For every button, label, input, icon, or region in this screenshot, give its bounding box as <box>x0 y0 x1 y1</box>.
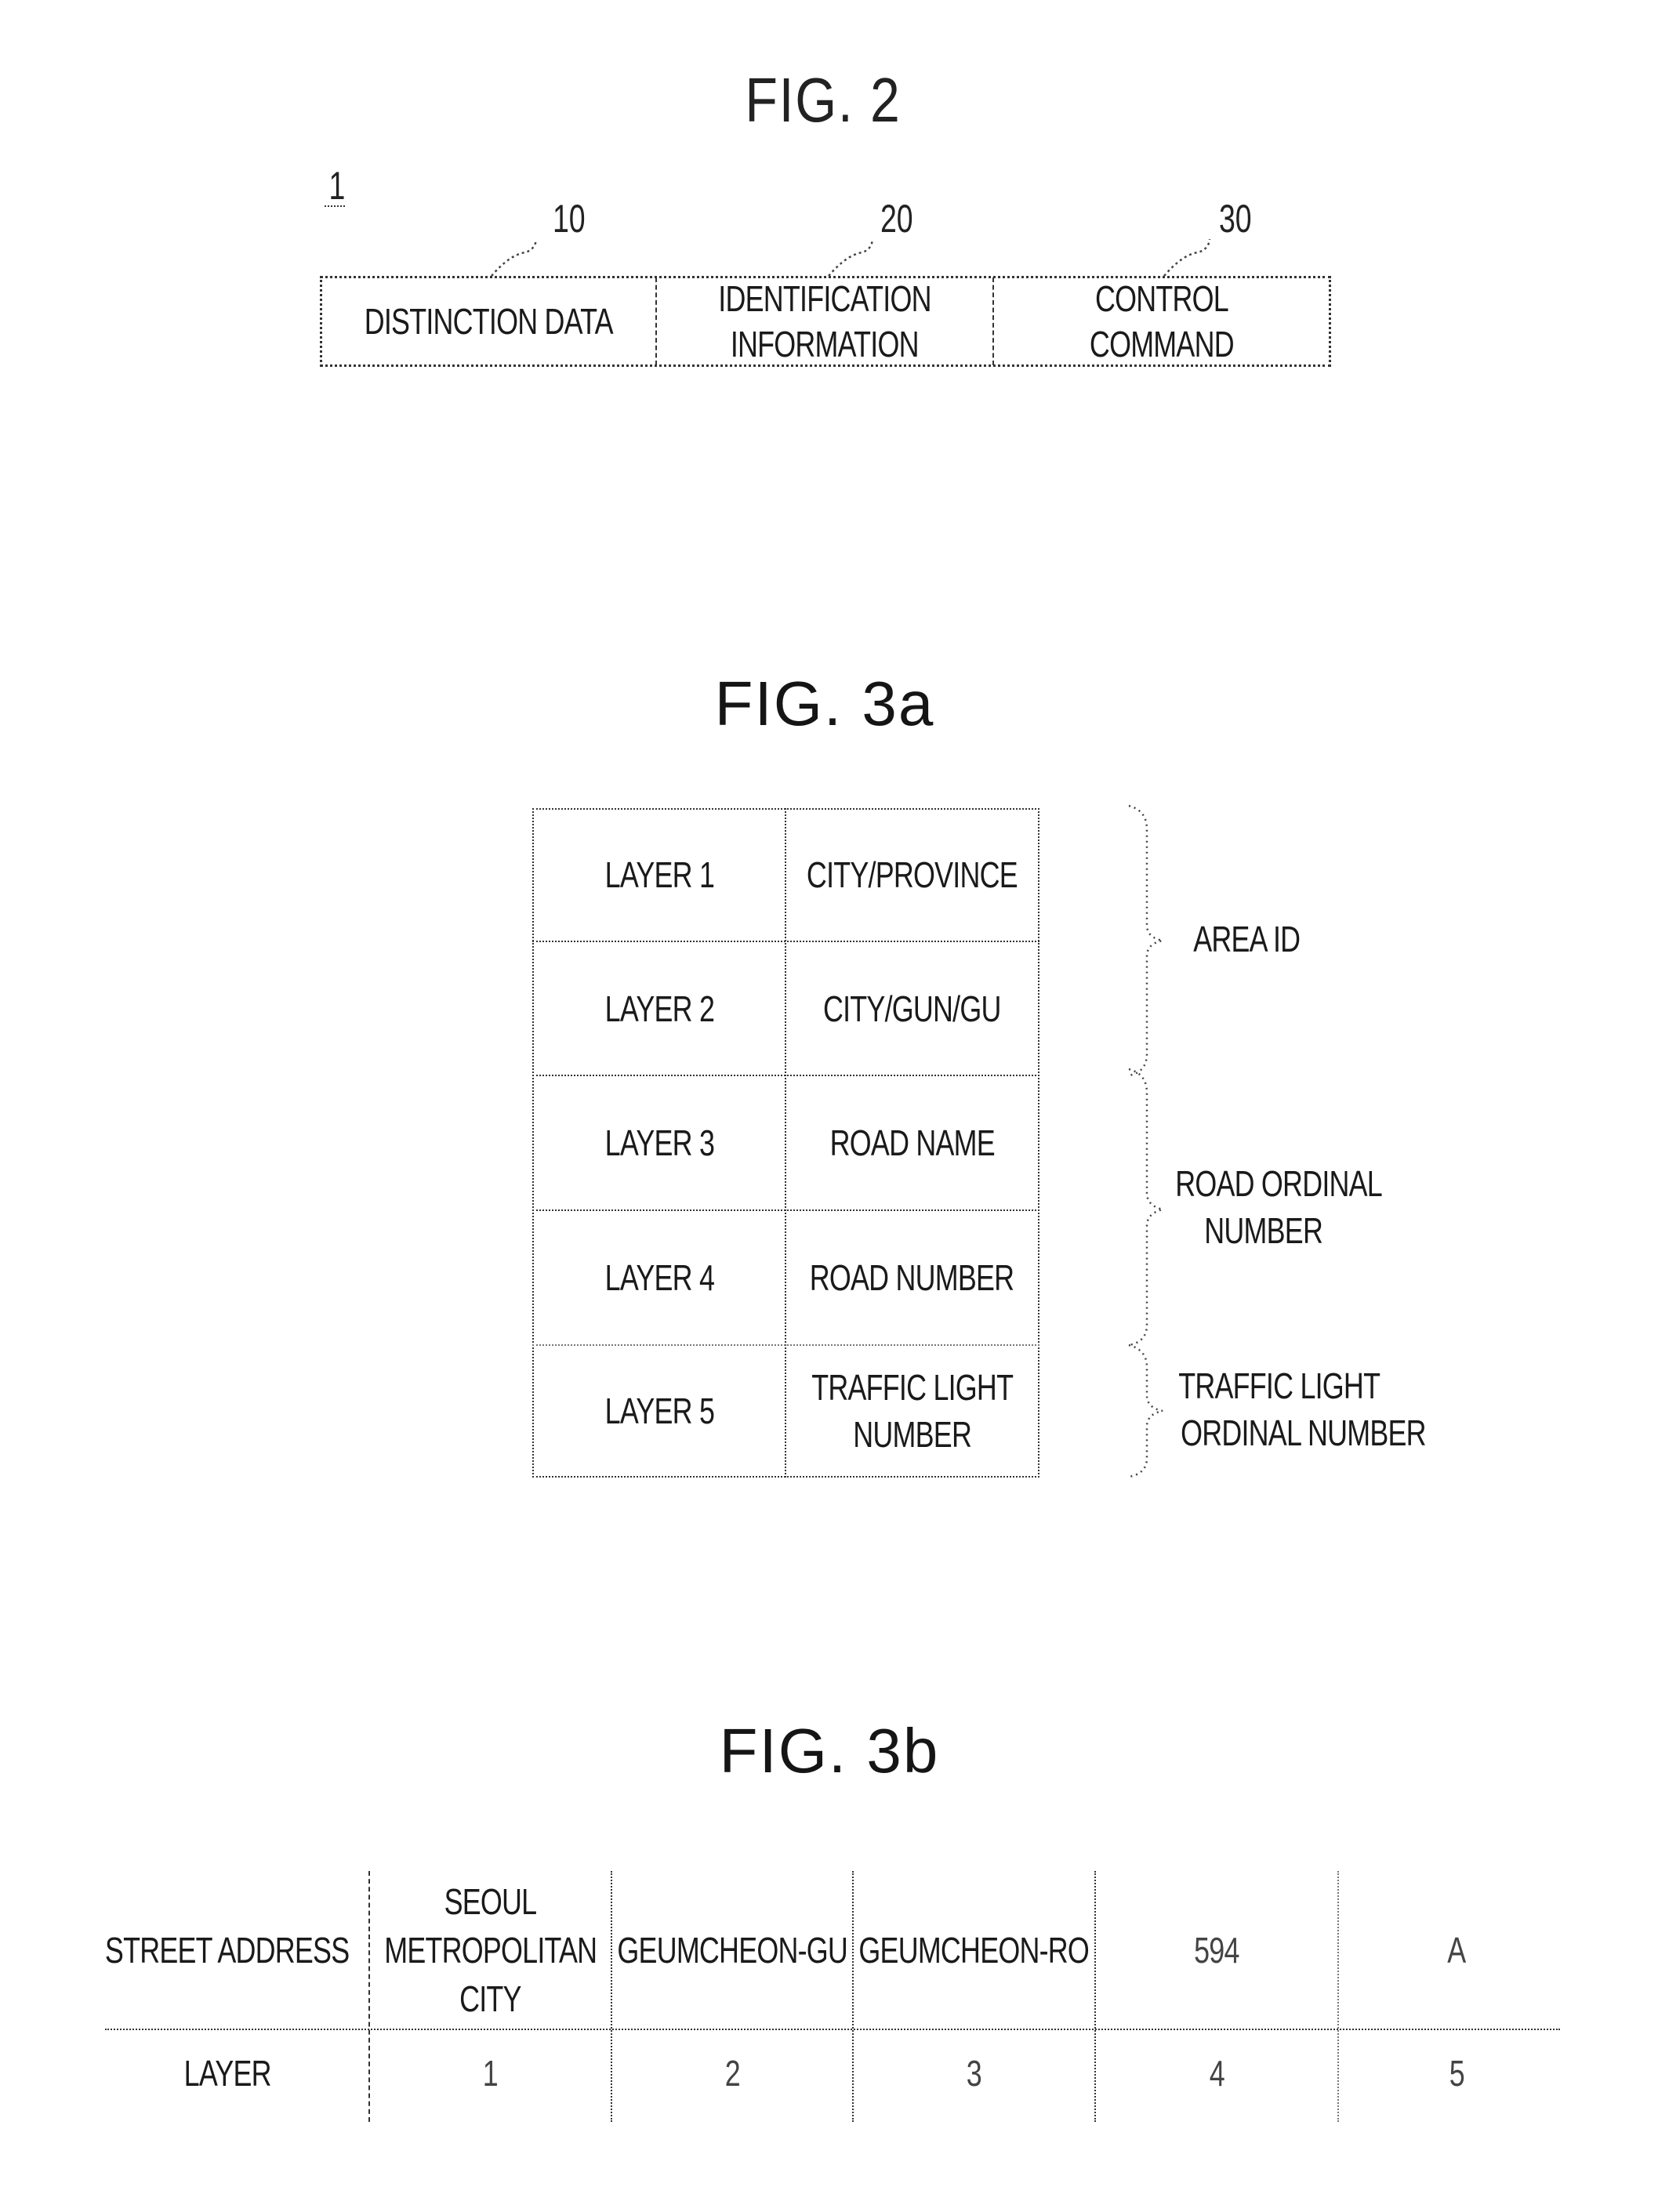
street-address-row-label: STREET ADDRESS <box>105 1930 350 1971</box>
address-cell-gu: GEUMCHEON-GU <box>617 1930 847 1971</box>
address-cell-road-number: 594 <box>1194 1930 1239 1971</box>
layer-cell-1: 1 <box>482 2053 499 2094</box>
layer-cell-3: 3 <box>966 2053 982 2094</box>
group-label-traffic-light-ordinal-number: TRAFFIC LIGHT ORDINAL NUMBER <box>1178 1365 1427 1453</box>
layer-cell-5: 5 <box>1449 2053 1464 2094</box>
address-cell-traffic-light: A <box>1447 1930 1466 1971</box>
address-cell-road-name: GEUMCHEON-RO <box>858 1930 1090 1971</box>
layer-cell-4: 4 <box>1209 2053 1224 2094</box>
fig3b-title: FIG. 3b <box>719 1716 940 1786</box>
layer-row-label: LAYER <box>183 2053 271 2094</box>
group-braces <box>1128 804 1163 1478</box>
layer-cell-2: 2 <box>724 2053 740 2094</box>
brace-area-id <box>1128 804 1163 1077</box>
group-label-road-ordinal-number: ROAD ORDINAL NUMBER <box>1175 1163 1383 1251</box>
group-label-area-id: AREA ID <box>1192 919 1301 959</box>
address-cell-city: SEOUL METROPOLITAN CITY <box>383 1881 597 2019</box>
